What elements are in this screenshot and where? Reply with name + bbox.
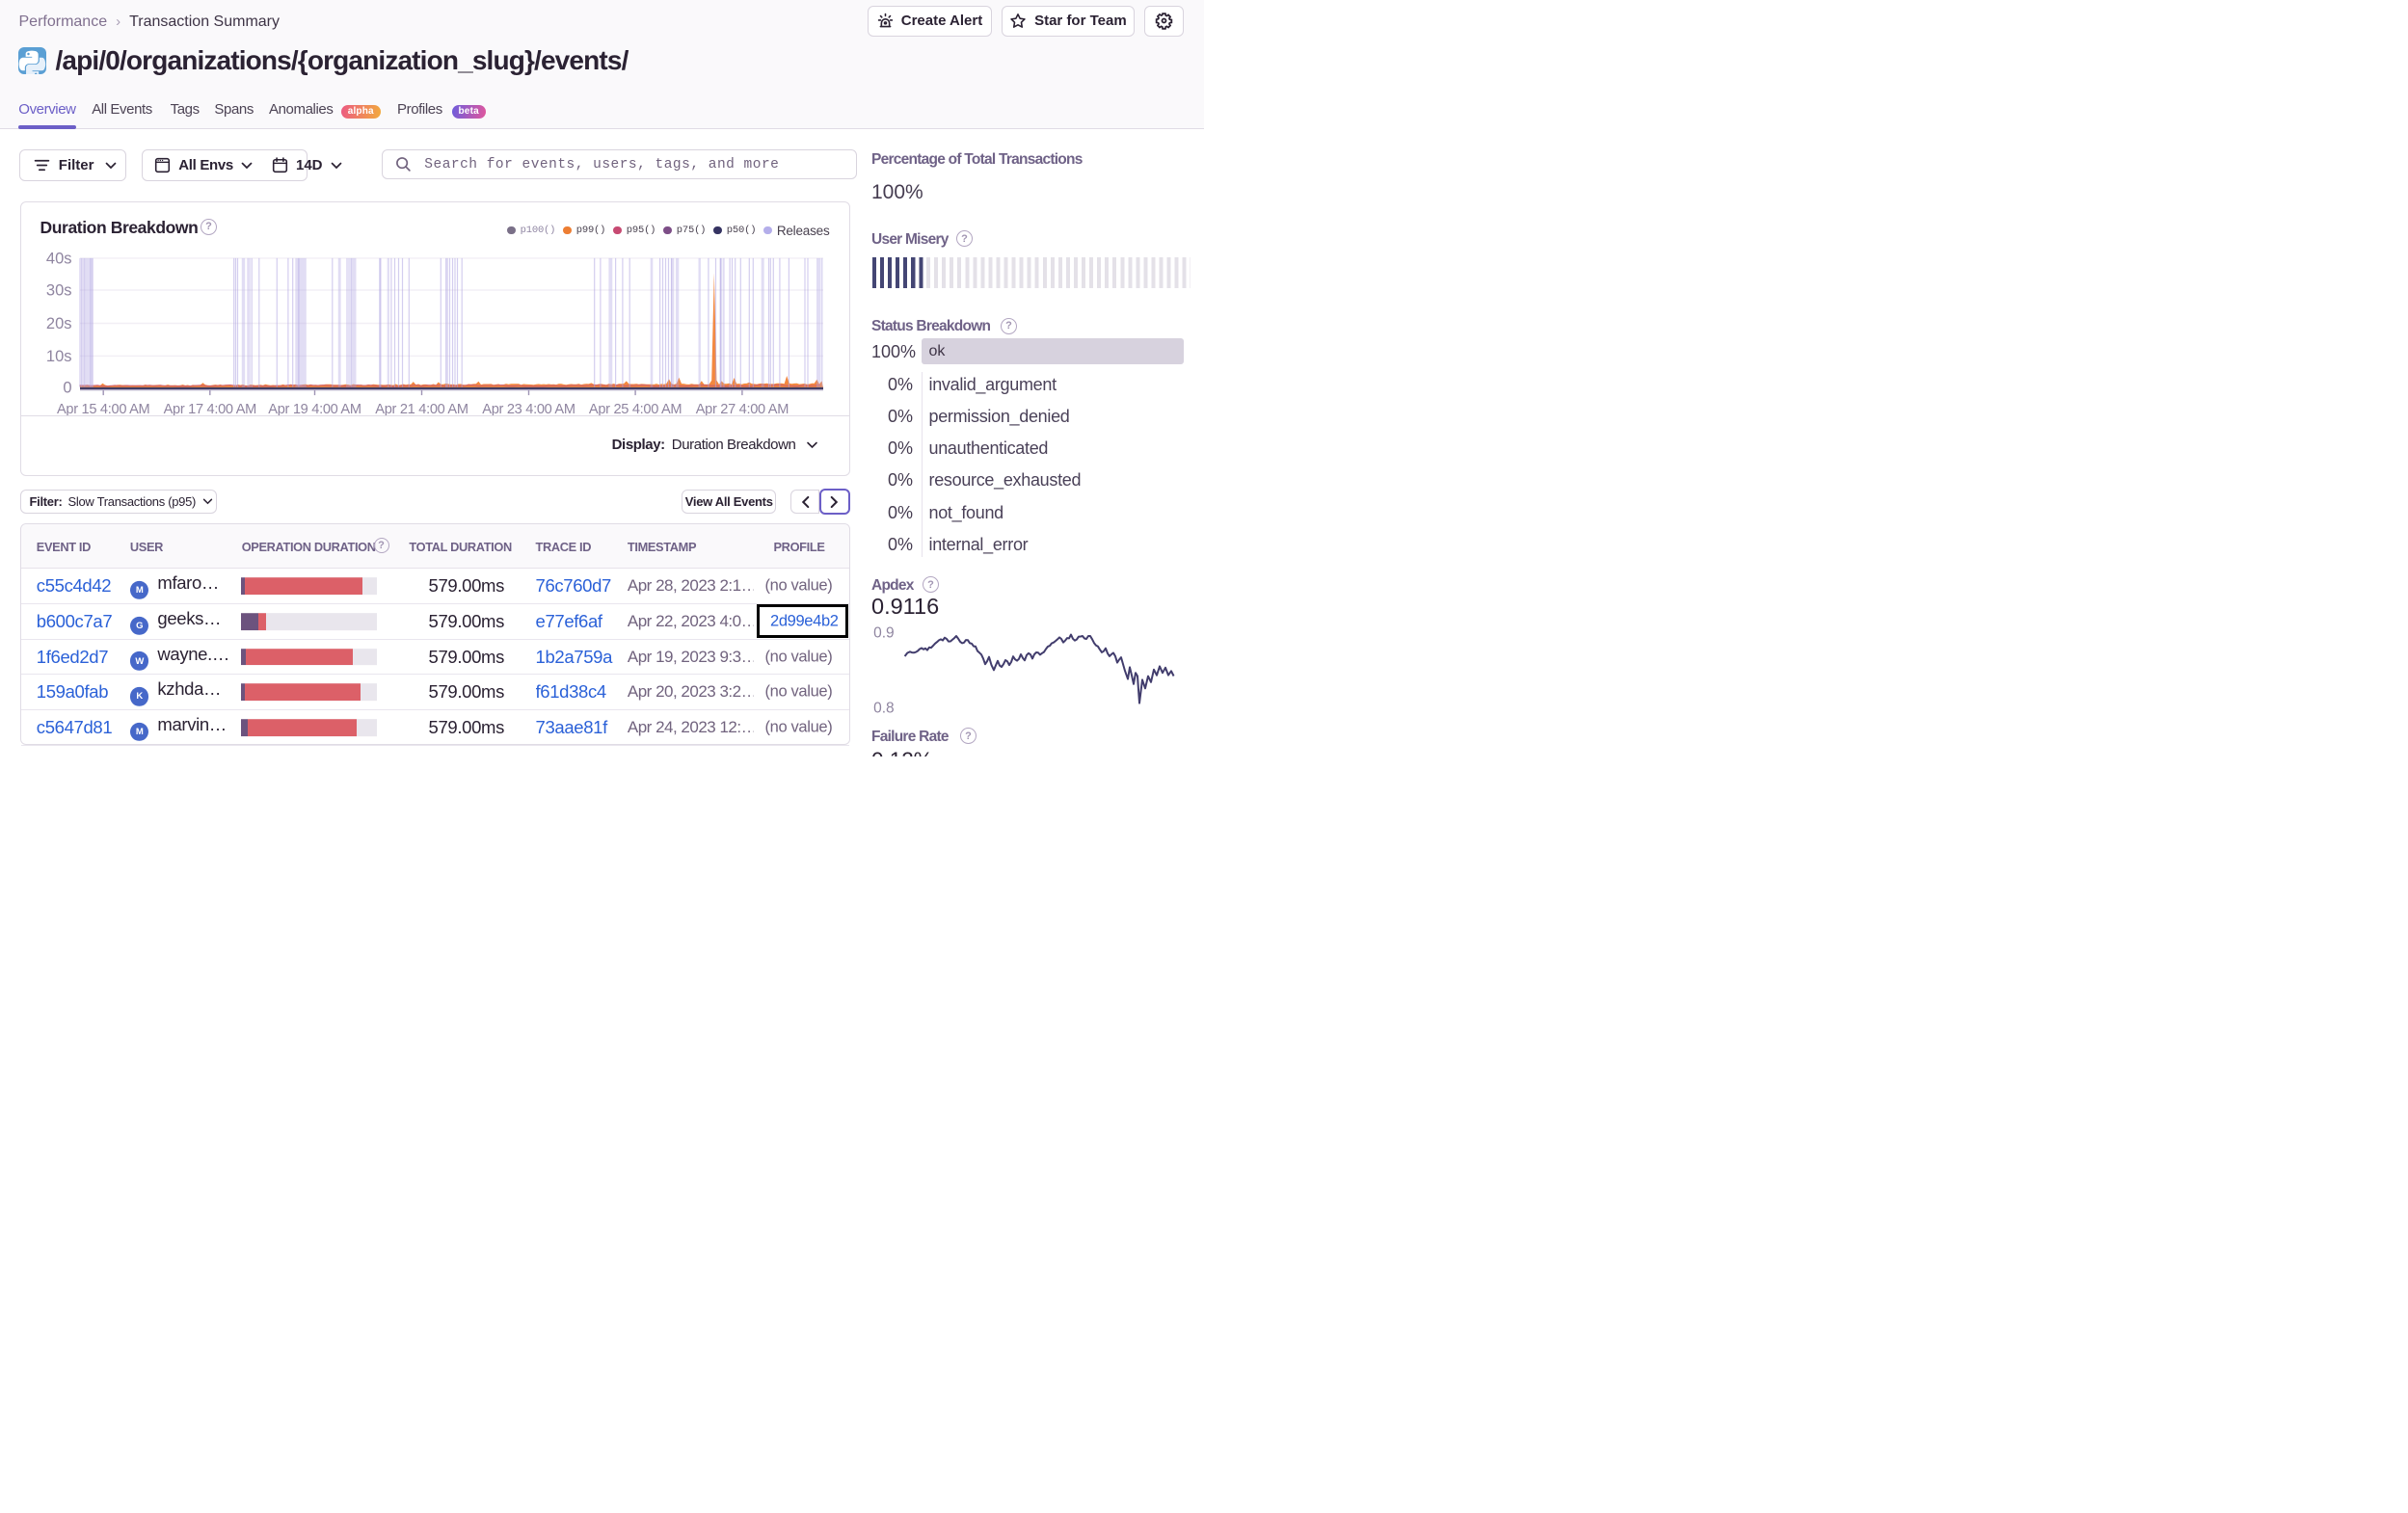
svg-text:10s: 10s [45, 348, 71, 365]
svg-text:0.8: 0.8 [873, 701, 895, 717]
svg-text:20s: 20s [45, 315, 71, 332]
svg-text:0.9: 0.9 [873, 624, 895, 641]
svg-text:40s: 40s [45, 250, 71, 267]
svg-text:0: 0 [63, 379, 71, 396]
svg-text:30s: 30s [45, 281, 71, 299]
